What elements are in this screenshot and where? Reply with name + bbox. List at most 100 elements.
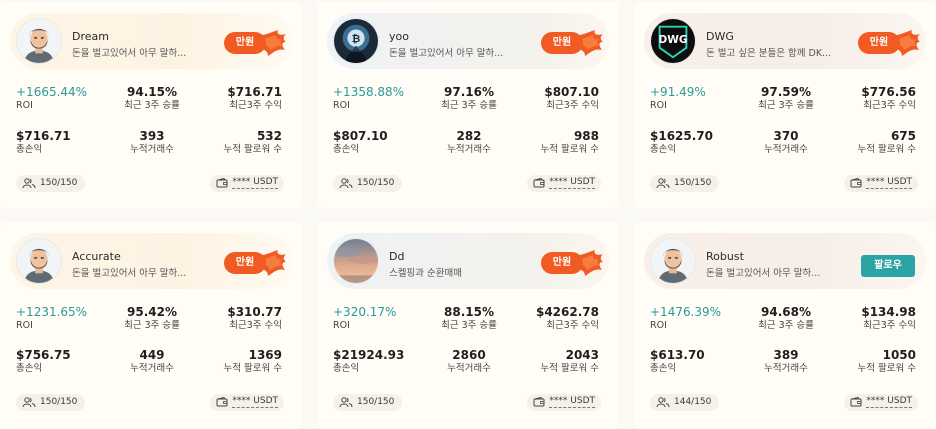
capacity-chip: 144/150	[650, 394, 720, 411]
trader-bio: 돈을 벌고있어서 아무 말하...	[389, 48, 504, 59]
followers-label: 누적 팔로워 수	[857, 363, 916, 374]
followers-value: 2043	[565, 348, 599, 362]
trader-name[interactable]: Dd	[389, 250, 404, 263]
trades-label: 누적거래수	[447, 363, 491, 374]
trades-value: 393	[139, 129, 165, 143]
followers-value: 1050	[882, 348, 916, 362]
users-icon	[339, 177, 353, 188]
balance-chip[interactable]: **** USDT	[527, 175, 601, 192]
followers-value: 532	[256, 129, 282, 143]
total-profit-value: $716.71	[16, 129, 71, 143]
followers-value: 988	[573, 129, 599, 143]
total-profit-stat: $807.10 총손익	[333, 129, 388, 156]
badge-label: 만원	[224, 32, 266, 54]
trader-card[interactable]: Dream 돈을 벌고있어서 아무 말하... 만원 +1665.44% ROI…	[0, 2, 302, 208]
total-profit-value: $21924.93	[333, 348, 405, 362]
avatar	[650, 238, 696, 284]
avatar: DWG	[650, 18, 696, 64]
trades-label: 누적거래수	[447, 144, 491, 155]
balance-chip[interactable]: **** USDT	[844, 394, 918, 411]
sunset-sky-icon	[334, 239, 378, 283]
total-profit-value: $756.75	[16, 348, 71, 362]
followers-label: 누적 팔로워 수	[857, 144, 916, 155]
profit-3w-value: $4262.78	[535, 305, 599, 319]
trader-bio: 돈 벌고 싶은 분들은 함께 DK...	[706, 48, 832, 59]
win-rate-value: 94.68%	[761, 305, 811, 319]
trader-card[interactable]: Robust 돈을 벌고있어서 아무 말하... 팔로우 +1476.39% R…	[634, 222, 936, 429]
hot-badge: 만원	[224, 30, 286, 56]
trader-name[interactable]: Accurate	[72, 250, 121, 263]
roi-value: +1665.44%	[16, 85, 88, 99]
bearded-man-icon	[17, 19, 61, 63]
balance-value: **** USDT	[232, 395, 278, 408]
trader-card[interactable]: DWG DWG 돈 벌고 싶은 분들은 함께 DK... 만원 +91.49% …	[634, 2, 936, 208]
win-rate-value: 97.16%	[444, 85, 494, 99]
followers-stat: 532 누적 팔로워 수	[224, 129, 282, 156]
roi-label: ROI	[333, 100, 350, 111]
win-rate-label: 최근 3주 승률	[441, 320, 497, 331]
badge-label: 만원	[224, 252, 266, 274]
trades-stat: 282 누적거래수	[419, 129, 519, 156]
wallet-icon	[850, 177, 862, 188]
users-icon	[22, 177, 36, 188]
avatar	[16, 238, 62, 284]
balance-chip[interactable]: **** USDT	[210, 175, 284, 192]
total-profit-value: $807.10	[333, 129, 388, 143]
total-profit-stat: $21924.93 총손익	[333, 348, 404, 375]
trades-value: 2860	[452, 348, 486, 362]
profit-3w-stat: $776.56 최근3주 수익	[861, 85, 916, 112]
trader-header: Robust 돈을 벌고있어서 아무 말하... 팔로우	[644, 233, 926, 289]
users-icon	[656, 177, 670, 188]
roi-label: ROI	[16, 320, 33, 331]
capacity-value: 144/150	[674, 397, 712, 407]
trader-bio: 스켈핑과 순환매매	[389, 268, 462, 279]
total-profit-stat: $716.71 총손익	[16, 129, 71, 156]
wallet-icon	[850, 396, 862, 407]
trades-value: 449	[139, 348, 165, 362]
balance-chip[interactable]: **** USDT	[844, 175, 918, 192]
roi-stat: +1665.44% ROI	[16, 85, 87, 112]
total-profit-value: $613.70	[650, 348, 705, 362]
roi-value: +1476.39%	[650, 305, 722, 319]
roi-stat: +91.49% ROI	[650, 85, 706, 112]
trader-name[interactable]: Dream	[72, 30, 109, 43]
win-rate-value: 94.15%	[127, 85, 177, 99]
balance-chip[interactable]: **** USDT	[210, 394, 284, 411]
win-rate-label: 최근 3주 승률	[124, 320, 180, 331]
trader-name[interactable]: Robust	[706, 250, 744, 263]
balance-chip[interactable]: **** USDT	[527, 394, 601, 411]
capacity-chip: 150/150	[16, 175, 86, 192]
trader-card[interactable]: Accurate 돈을 벌고있어서 아무 말하... 만원 +1231.65% …	[0, 222, 302, 429]
capacity-chip: 150/150	[650, 175, 720, 192]
followers-stat: 675 누적 팔로워 수	[858, 129, 916, 156]
roi-value: +320.17%	[333, 305, 397, 319]
follow-button[interactable]: 팔로우	[861, 255, 915, 277]
trader-card[interactable]: Dd 스켈핑과 순환매매 만원 +320.17% ROI 88.15% 최근 3…	[317, 222, 619, 429]
roi-stat: +1358.88% ROI	[333, 85, 404, 112]
wallet-icon	[216, 396, 228, 407]
profit-3w-stat: $807.10 최근3주 수익	[544, 85, 599, 112]
trades-label: 누적거래수	[130, 363, 174, 374]
svg-text:DWG: DWG	[659, 34, 688, 46]
win-rate-label: 최근 3주 승률	[758, 320, 814, 331]
capacity-value: 150/150	[40, 397, 78, 407]
badge-label: 만원	[541, 252, 583, 274]
capacity-value: 150/150	[674, 178, 712, 188]
hot-badge: 만원	[541, 30, 603, 56]
win-rate-stat: 94.15% 최근 3주 승률	[102, 85, 202, 112]
followers-stat: 2043 누적 팔로워 수	[541, 348, 599, 375]
trader-bio: 돈을 벌고있어서 아무 말하...	[706, 268, 821, 279]
trader-header: Dd 스켈핑과 순환매매 만원	[327, 233, 609, 289]
trader-header: DWG DWG 돈 벌고 싶은 분들은 함께 DK... 만원	[644, 13, 926, 69]
profit-3w-label: 최근3주 수익	[546, 320, 599, 331]
roi-label: ROI	[16, 100, 33, 111]
followers-label: 누적 팔로워 수	[223, 144, 282, 155]
profit-3w-stat: $716.71 최근3주 수익	[227, 85, 282, 112]
trader-name[interactable]: yoo	[389, 30, 409, 43]
win-rate-label: 최근 3주 승률	[441, 100, 497, 111]
users-icon	[22, 396, 36, 407]
balance-value: **** USDT	[866, 176, 912, 189]
balance-value: **** USDT	[232, 176, 278, 189]
trader-name[interactable]: DWG	[706, 30, 734, 43]
trader-card[interactable]: ₿ yoo 돈을 벌고있어서 아무 말하... 만원 +1358.88% ROI…	[317, 2, 619, 208]
